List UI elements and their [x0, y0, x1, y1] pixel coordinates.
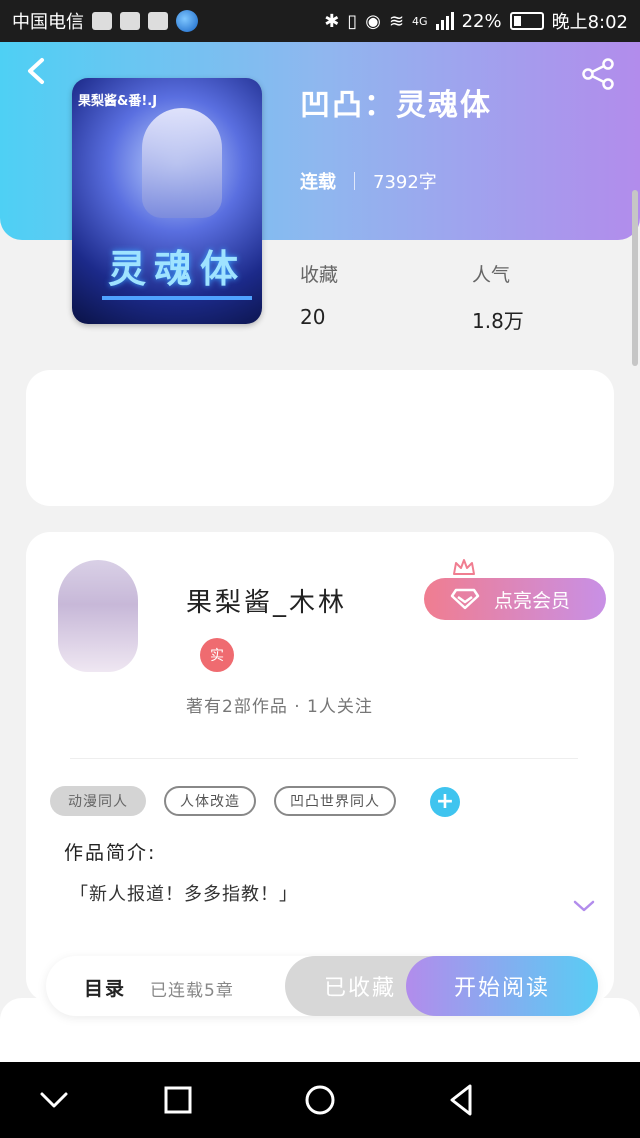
section-divider	[70, 758, 578, 759]
scrollbar[interactable]	[632, 190, 638, 366]
chevron-down-icon[interactable]	[34, 1080, 74, 1120]
stat-popularity: 人气 1.8万	[472, 260, 524, 334]
vibrate-icon: ▯	[347, 10, 358, 32]
crown-icon	[453, 559, 475, 575]
tag-body-modification[interactable]: 人体改造	[164, 786, 256, 816]
word-count: 7392字	[373, 172, 437, 193]
tag-ao-world-fanfic[interactable]: 凹凸世界同人	[274, 786, 396, 816]
diamond-icon	[450, 588, 480, 610]
stat-favorites: 收藏 20	[300, 260, 338, 329]
activity-icon	[120, 12, 140, 30]
serial-status: 连载	[300, 172, 336, 193]
cover-illustration	[142, 108, 222, 218]
chapter-count[interactable]: 已连载5章	[150, 976, 234, 1001]
add-tag-button[interactable]: +	[430, 787, 460, 817]
vip-button[interactable]: 点亮会员	[424, 578, 606, 620]
status-bar: 中国电信 ✱ ▯ ◉ ≋ 4G 22% 晚上8:02	[0, 0, 640, 42]
bluetooth-icon: ✱	[324, 10, 340, 32]
stat-value: 20	[300, 305, 326, 329]
signal-icon	[435, 12, 454, 30]
book-cover[interactable]: 果梨酱&番!.J 灵魂体	[72, 78, 262, 324]
author-works-info: 著有2部作品 · 1人关注	[186, 697, 373, 717]
battery-icon	[509, 12, 544, 30]
intro-heading: 作品简介:	[64, 842, 157, 864]
avatar[interactable]	[58, 560, 138, 672]
clock: 晚上8:02	[551, 12, 628, 33]
cover-underline	[102, 296, 252, 300]
vip-button-label: 点亮会员	[494, 589, 571, 612]
divider	[354, 172, 355, 190]
notification-icon	[92, 12, 112, 30]
toc-button[interactable]: 目录	[84, 974, 126, 1001]
wifi-icon: ≋	[388, 10, 405, 32]
weather-icon	[148, 12, 168, 30]
carrier-label: 中国电信	[12, 12, 84, 33]
network-type-label: 4G	[412, 14, 428, 28]
cover-author-text: 果梨酱&番!.J	[78, 94, 158, 109]
chevron-down-icon[interactable]	[572, 898, 596, 914]
book-status-row: 连载 7392字	[300, 168, 437, 194]
cover-title-text: 灵魂体	[108, 247, 247, 291]
intro-text: 「新人报道！多多指教！」	[70, 884, 298, 905]
stat-label: 收藏	[300, 264, 339, 286]
start-reading-button[interactable]: 开始阅读	[406, 956, 598, 1016]
tag-anime-fanfic[interactable]: 动漫同人	[50, 786, 146, 816]
back-button[interactable]	[22, 56, 52, 86]
battery-percent: 22%	[461, 10, 502, 32]
empty-card	[26, 370, 614, 506]
stat-value: 1.8万	[472, 309, 524, 333]
back-triangle-icon[interactable]	[442, 1080, 482, 1120]
verified-badge: 实	[200, 638, 234, 672]
eye-icon: ◉	[365, 10, 381, 32]
author-name[interactable]: 果梨酱_木林	[186, 582, 347, 619]
share-icon	[582, 58, 614, 90]
chevron-left-icon	[28, 58, 44, 84]
book-title: 凹凸：灵魂体	[300, 88, 492, 123]
share-button[interactable]	[580, 58, 616, 90]
stat-label: 人气	[472, 264, 511, 286]
home-icon[interactable]	[300, 1080, 340, 1120]
browser-icon	[176, 10, 198, 32]
recent-apps-icon[interactable]	[158, 1080, 198, 1120]
